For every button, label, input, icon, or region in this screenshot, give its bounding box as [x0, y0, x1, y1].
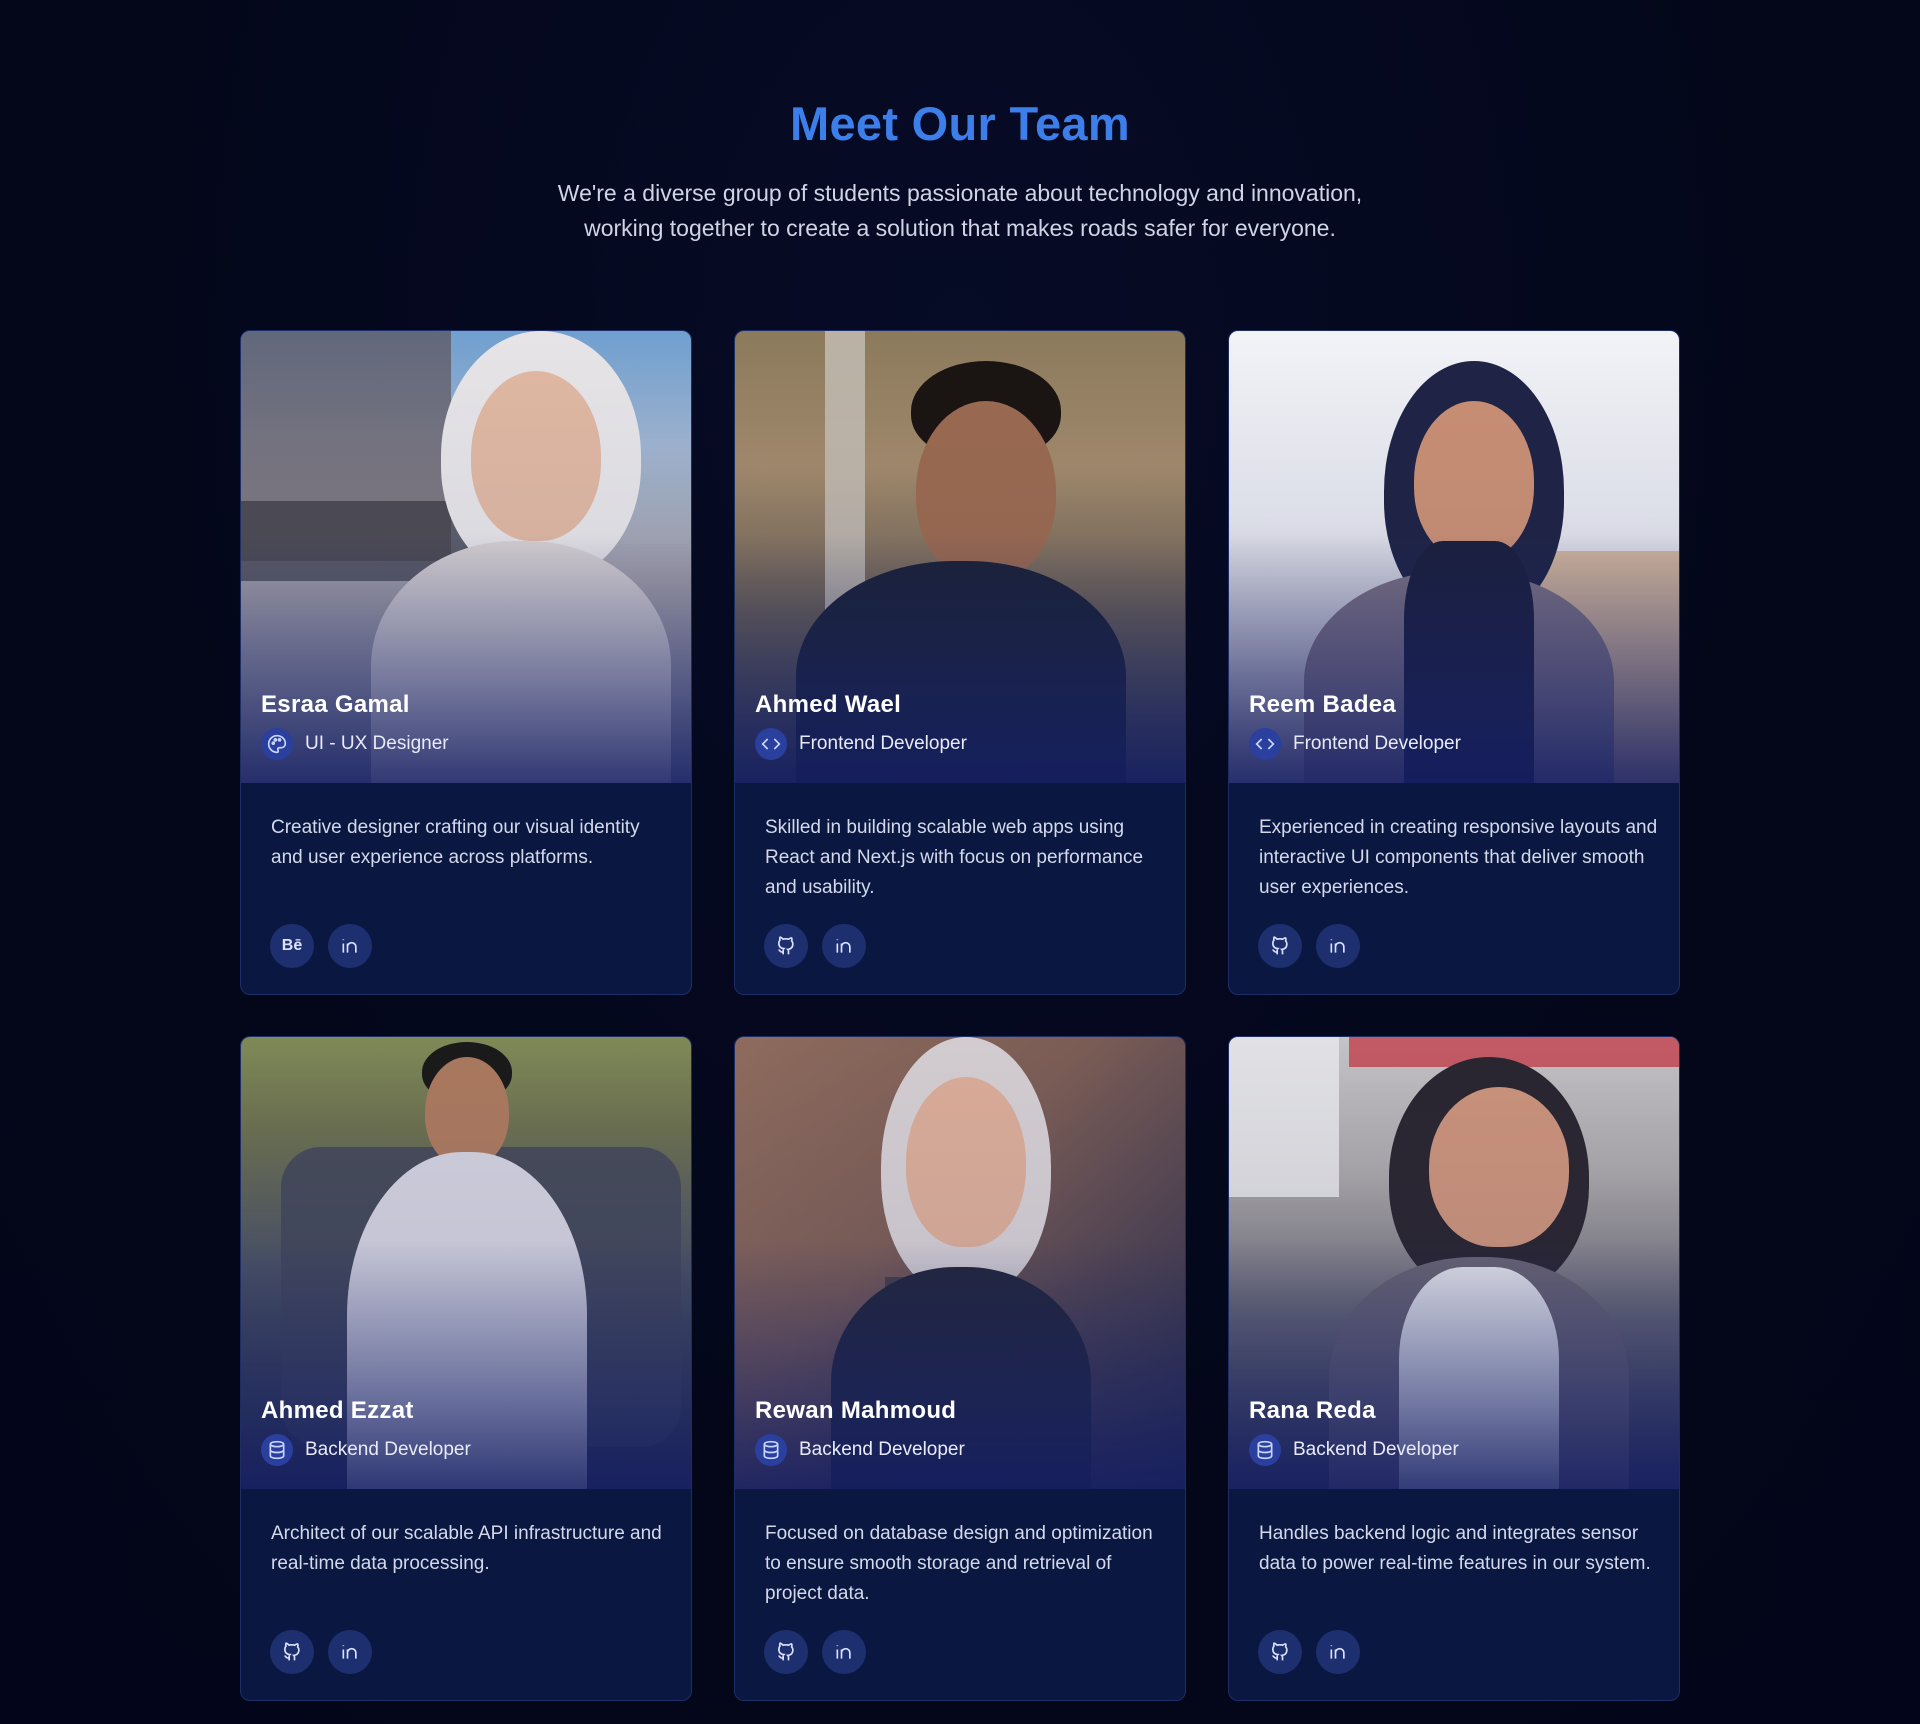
palette-icon — [261, 728, 293, 760]
member-role: Frontend Developer — [1249, 728, 1461, 760]
linkedin-icon[interactable] — [1316, 924, 1360, 968]
team-card-ahmed-ezzat: Ahmed Ezzat Backend Developer Architect … — [240, 1036, 692, 1701]
member-description: Focused on database design and optimizat… — [765, 1523, 1153, 1604]
database-icon — [1249, 1434, 1281, 1466]
github-icon[interactable] — [764, 924, 808, 968]
social-links — [270, 1630, 372, 1674]
behance-icon[interactable]: Bē — [270, 924, 314, 968]
page-subtitle: We're a diverse group of students passio… — [510, 176, 1410, 246]
member-photo: Reem Badea Frontend Developer — [1229, 331, 1679, 783]
social-links — [764, 924, 866, 968]
linkedin-icon[interactable] — [1316, 1630, 1360, 1674]
social-links — [764, 1630, 866, 1674]
github-icon[interactable] — [764, 1630, 808, 1674]
member-role-label: Frontend Developer — [1293, 733, 1461, 754]
member-name: Rewan Mahmoud — [755, 1397, 957, 1424]
member-name: Reem Badea — [1249, 691, 1397, 718]
social-links — [1258, 1630, 1360, 1674]
team-card-rana-reda: Rana Reda Backend Developer Handles back… — [1228, 1036, 1680, 1701]
member-photo: Esraa Gamal UI - UX Designer — [241, 331, 691, 783]
member-description: Skilled in building scalable web apps us… — [765, 817, 1144, 898]
member-role-label: UI - UX Designer — [305, 733, 449, 754]
member-role: Backend Developer — [261, 1434, 471, 1466]
team-card-reem-badea: Reem Badea Frontend Developer Experience… — [1228, 330, 1680, 995]
member-role-label: Backend Developer — [1293, 1439, 1459, 1460]
linkedin-icon[interactable] — [822, 1630, 866, 1674]
member-description: Architect of our scalable API infrastruc… — [271, 1523, 662, 1574]
team-page: Meet Our Team We're a diverse group of s… — [0, 0, 1920, 1724]
member-role: Frontend Developer — [755, 728, 967, 760]
github-icon[interactable] — [270, 1630, 314, 1674]
subtitle-line-1: We're a diverse group of students passio… — [557, 180, 1363, 206]
member-role-label: Backend Developer — [305, 1439, 471, 1460]
member-name: Rana Reda — [1249, 1397, 1376, 1424]
linkedin-icon[interactable] — [328, 1630, 372, 1674]
member-name: Ahmed Wael — [755, 691, 902, 718]
team-card-rewan-mahmoud: Rewan Mahmoud Backend Developer Focused … — [734, 1036, 1186, 1701]
member-photo: Ahmed Ezzat Backend Developer — [241, 1037, 691, 1489]
member-description: Creative designer crafting our visual id… — [271, 817, 640, 868]
member-photo: Rewan Mahmoud Backend Developer — [735, 1037, 1185, 1489]
member-role-label: Frontend Developer — [799, 733, 967, 754]
code-icon — [1249, 728, 1281, 760]
social-links: Bē — [270, 924, 372, 968]
member-name: Ahmed Ezzat — [261, 1397, 414, 1424]
member-description: Experienced in creating responsive layou… — [1259, 817, 1658, 898]
member-description: Handles backend logic and integrates sen… — [1259, 1523, 1651, 1574]
code-icon — [755, 728, 787, 760]
member-role-label: Backend Developer — [799, 1439, 965, 1460]
team-card-esraa-gamal: Esraa Gamal UI - UX Designer Creative de… — [240, 330, 692, 995]
member-name: Esraa Gamal — [261, 691, 410, 718]
database-icon — [755, 1434, 787, 1466]
team-grid: Esraa Gamal UI - UX Designer Creative de… — [240, 330, 1680, 1701]
member-photo: Ahmed Wael Frontend Developer — [735, 331, 1185, 783]
subtitle-line-2: working together to create a solution th… — [584, 215, 1336, 241]
member-photo: Rana Reda Backend Developer — [1229, 1037, 1679, 1489]
github-icon[interactable] — [1258, 924, 1302, 968]
member-role: Backend Developer — [755, 1434, 965, 1466]
social-links — [1258, 924, 1360, 968]
page-title: Meet Our Team — [790, 97, 1130, 150]
database-icon — [261, 1434, 293, 1466]
linkedin-icon[interactable] — [328, 924, 372, 968]
linkedin-icon[interactable] — [822, 924, 866, 968]
github-icon[interactable] — [1258, 1630, 1302, 1674]
member-role: UI - UX Designer — [261, 728, 449, 760]
team-header: Meet Our Team We're a diverse group of s… — [0, 94, 1920, 246]
team-card-ahmed-wael: Ahmed Wael Frontend Developer Skilled in… — [734, 330, 1186, 995]
member-role: Backend Developer — [1249, 1434, 1459, 1466]
